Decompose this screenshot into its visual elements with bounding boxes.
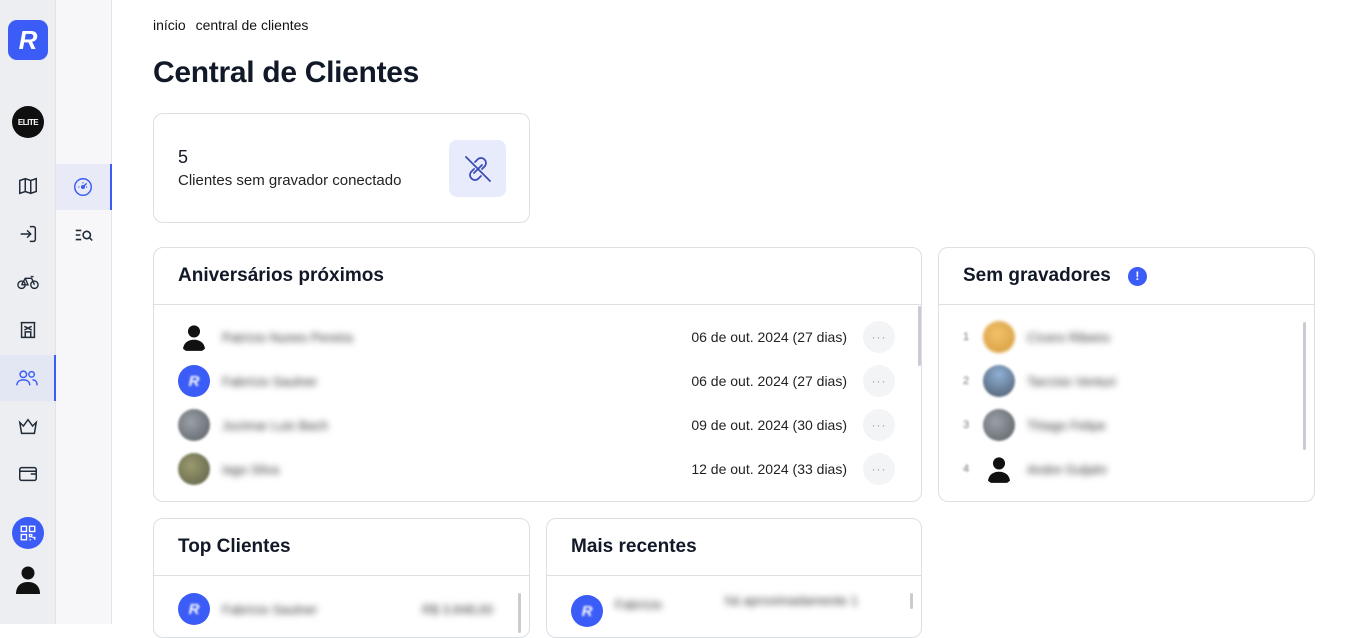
list-item[interactable]: 3 Thiago Felipe (939, 403, 1314, 447)
stat-label: Clientes sem gravador conectado (178, 172, 402, 189)
birthday-row[interactable]: Patrício Nunes Pereira 06 de out. 2024 (… (154, 315, 921, 359)
user-silhouette-icon (987, 457, 1011, 483)
no-recorders-title: Sem gravadores (963, 265, 1111, 286)
birthdays-title: Aniversários próximos (154, 248, 921, 305)
avatar (983, 409, 1015, 441)
nav-bikes[interactable] (0, 259, 56, 305)
wallet-icon (19, 466, 37, 482)
row-menu-button[interactable]: ··· (863, 321, 895, 353)
avatar (178, 409, 210, 441)
avatar (983, 321, 1015, 353)
avatar (178, 453, 210, 485)
primary-sidebar: R ELITE (0, 0, 56, 624)
rank-number: 3 (963, 419, 970, 431)
client-name[interactable]: Patrício Nunes Pereira (222, 330, 353, 345)
birthday-date: 06 de out. 2024 (27 dias) (691, 373, 847, 389)
client-name[interactable]: Iago Silva (222, 462, 279, 477)
row-menu-button[interactable]: ··· (863, 365, 895, 397)
user-silhouette-icon (182, 325, 206, 351)
list-item[interactable]: 4 Andre Guljahr (939, 447, 1314, 491)
app-logo[interactable]: R (8, 20, 48, 60)
broken-link-icon (464, 155, 491, 182)
team-logo[interactable]: ELITE (12, 106, 44, 138)
client-name[interactable]: Jucimar Luis Bach (222, 418, 328, 433)
recent-time: há aproximadamente 1 (725, 593, 858, 608)
avatar (178, 321, 210, 353)
recent-clients-card: Mais recentes R Fabrício há aproximadame… (546, 518, 922, 638)
breadcrumb: início central de clientes (153, 17, 314, 33)
user-avatar[interactable] (14, 564, 42, 594)
logo-letter: R (18, 24, 38, 55)
birthday-date: 09 de out. 2024 (30 dias) (691, 417, 847, 433)
qr-code-button[interactable] (12, 517, 44, 549)
login-icon (20, 225, 37, 243)
client-name[interactable]: Thiago Felipe (1027, 418, 1106, 433)
page-title: Central de Clientes (153, 56, 420, 89)
avatar: R (178, 365, 210, 397)
nav-store[interactable] (0, 307, 56, 353)
client-name[interactable]: Cícero Ribeiro (1027, 330, 1110, 345)
stat-icon-box (449, 140, 506, 197)
rank-number: 1 (963, 331, 970, 343)
nav-wallet[interactable] (0, 451, 56, 497)
subnav-dashboard[interactable] (56, 164, 112, 210)
birthday-row[interactable]: Jucimar Luis Bach 09 de out. 2024 (30 di… (154, 403, 921, 447)
list-search-icon (75, 229, 93, 242)
list-item[interactable]: 2 Tarcísio Venturi (939, 359, 1314, 403)
birthday-row[interactable]: R Fabrício Saulner 06 de out. 2024 (27 d… (154, 359, 921, 403)
dashboard-gauge-icon (74, 178, 92, 196)
no-recorders-card: Sem gravadores ! 1 Cícero Ribeiro 2 Tarc… (938, 247, 1315, 502)
nav-checkin[interactable] (0, 211, 56, 257)
client-name[interactable]: Fabrício Saulner (222, 374, 317, 389)
list-item[interactable]: R Fabrício há aproximadamente 1 (547, 589, 921, 633)
users-icon (16, 370, 38, 386)
crown-icon (18, 418, 38, 435)
no-recorders-header: Sem gravadores ! (939, 248, 1314, 305)
breadcrumb-current: central de clientes (195, 17, 309, 33)
rank-number: 2 (963, 375, 970, 387)
breadcrumb-home[interactable]: início (153, 17, 186, 33)
user-silhouette-icon (16, 566, 40, 594)
birthday-row[interactable]: Iago Silva 12 de out. 2024 (33 dias) ··· (154, 447, 921, 491)
secondary-sidebar (56, 0, 112, 624)
rank-number: 4 (963, 463, 970, 475)
avatar: R (178, 593, 210, 625)
nav-map[interactable] (0, 163, 56, 209)
client-name[interactable]: Tarcísio Venturi (1027, 374, 1116, 389)
no-recorder-stat-card[interactable]: 5 Clientes sem gravador conectado (153, 113, 530, 223)
client-name[interactable]: Andre Guljahr (1027, 462, 1107, 477)
bicycle-icon (17, 275, 39, 290)
client-name[interactable]: Fabrício Saulner (222, 602, 317, 617)
client-value: R$ 3.848,00 (422, 601, 493, 617)
map-icon (19, 177, 37, 195)
avatar: R (571, 595, 603, 627)
top-clients-title: Top Clientes (154, 519, 529, 576)
avatar (983, 453, 1015, 485)
nav-clients[interactable] (0, 355, 56, 401)
team-logo-text: ELITE (17, 117, 39, 127)
avatar (983, 365, 1015, 397)
row-menu-button[interactable]: ··· (863, 409, 895, 441)
nav-premium[interactable] (0, 403, 56, 449)
info-badge[interactable]: ! (1127, 266, 1147, 286)
client-name[interactable]: Fabrício (615, 597, 662, 612)
store-icon (20, 321, 36, 339)
subnav-search-list[interactable] (56, 212, 112, 258)
recent-title: Mais recentes (547, 519, 921, 576)
birthdays-card: Aniversários próximos Patrício Nunes Per… (153, 247, 922, 502)
list-item[interactable]: 1 Cícero Ribeiro (939, 315, 1314, 359)
row-menu-button[interactable]: ··· (863, 453, 895, 485)
birthday-date: 06 de out. 2024 (27 dias) (691, 329, 847, 345)
qr-code-icon (20, 525, 36, 541)
stat-value: 5 (178, 147, 189, 167)
top-clients-card: Top Clientes R Fabrício Saulner R$ 3.848… (153, 518, 530, 638)
birthday-date: 12 de out. 2024 (33 dias) (691, 461, 847, 477)
list-item[interactable]: R Fabrício Saulner R$ 3.848,00 (154, 587, 529, 631)
